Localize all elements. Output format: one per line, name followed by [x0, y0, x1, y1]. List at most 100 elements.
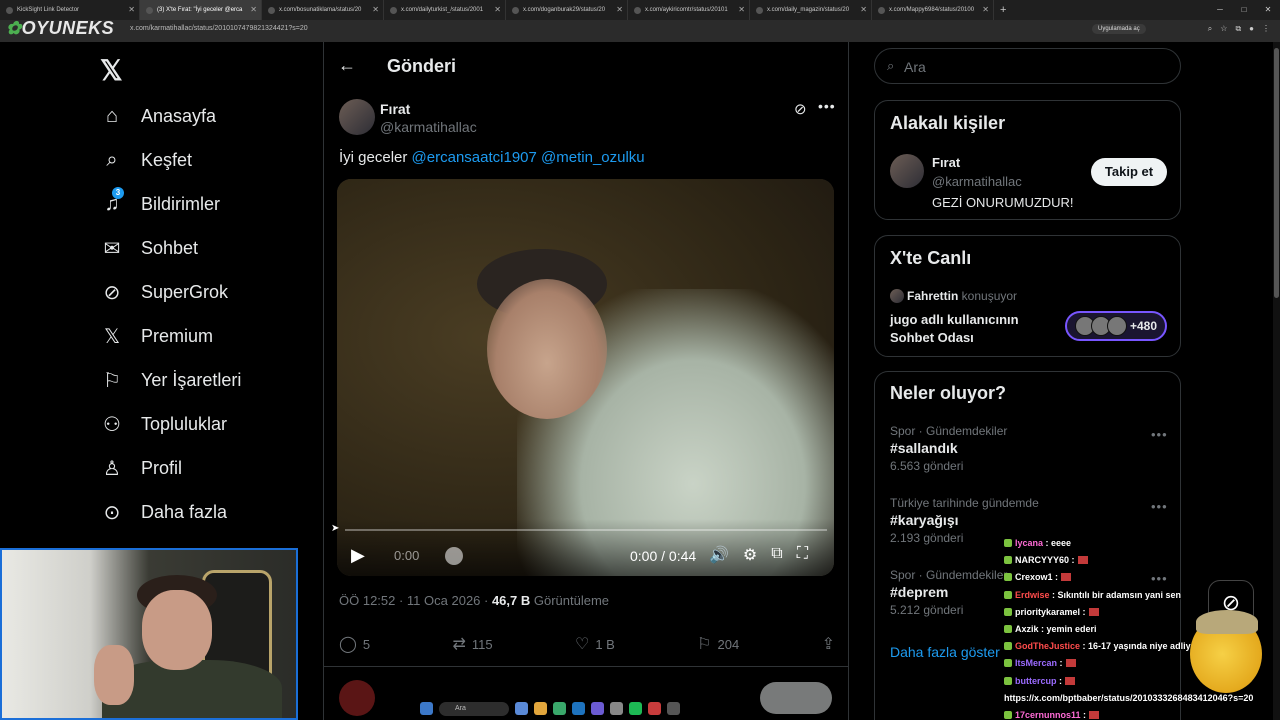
chat-emote-icon: [1061, 573, 1072, 582]
video-player[interactable]: ▶ 0:00 0:00 / 0:44 🔊 ⚙ ⧉ ⛶: [337, 179, 834, 576]
browser-tab[interactable]: x.com/dailyturkist_/status/2001 ✕: [384, 0, 506, 20]
zoom-icon[interactable]: ⌕: [1208, 24, 1212, 34]
nav-item-bookmarks[interactable]: ⚐ Yer İşaretleri: [100, 365, 241, 395]
browser-tab[interactable]: x.com/doganburak29/status/20 ✕: [506, 0, 628, 20]
nav-item-explore[interactable]: ⌕ Keşfet: [100, 145, 192, 175]
url-field[interactable]: x.com/karmatihallac/status/2010107479821…: [130, 25, 308, 32]
nav-item-chat[interactable]: ✉ Sohbet: [100, 233, 198, 263]
related-name[interactable]: Fırat: [932, 155, 960, 170]
grok-icon[interactable]: ⊘: [794, 100, 807, 118]
chat-username[interactable]: NARCYYY60: [1015, 555, 1069, 565]
author-avatar[interactable]: [339, 99, 375, 135]
chrome-icon[interactable]: [553, 702, 566, 715]
play-icon[interactable]: ▶: [351, 545, 365, 566]
browser-tab[interactable]: x.com/aykiricomtr/status/20101 ✕: [628, 0, 750, 20]
nav-item-premium[interactable]: 𝕏 Premium: [100, 321, 213, 351]
settings-icon[interactable]: ⚙: [743, 545, 757, 565]
trend-item[interactable]: Spor · Gündemdekiler #sallandık 6.563 gö…: [890, 424, 1007, 473]
nav-item-supergrok[interactable]: ⊘ SuperGrok: [100, 277, 228, 307]
close-icon[interactable]: ✕: [738, 5, 745, 14]
like-button[interactable]: ♡ 1 B: [575, 634, 615, 654]
reply-button[interactable]: ◯ 5: [339, 634, 370, 654]
open-in-app-button[interactable]: Uygulamada aç: [1092, 24, 1146, 34]
more-options-icon[interactable]: •••: [818, 98, 836, 114]
listeners-pill[interactable]: +480: [1065, 311, 1167, 341]
minimize-icon[interactable]: ─: [1208, 0, 1232, 20]
maximize-icon[interactable]: □: [1232, 0, 1256, 20]
close-window-icon[interactable]: ✕: [1256, 0, 1280, 20]
trend-more-icon[interactable]: •••: [1151, 427, 1168, 442]
related-avatar[interactable]: [890, 154, 924, 188]
browser-tab[interactable]: KickSight Link Detector ✕: [0, 0, 140, 20]
video-progress-bar[interactable]: [345, 529, 827, 531]
app-icon[interactable]: [515, 702, 528, 715]
video-scrubber[interactable]: [445, 547, 463, 565]
nav-item-communities[interactable]: ⚇ Topluluklar: [100, 409, 227, 439]
video-timeline: 0:00 / 0:44: [630, 548, 697, 564]
trend-count: 5.212 gönderi: [890, 603, 964, 617]
author-name[interactable]: Fırat: [380, 101, 410, 117]
browser-tab[interactable]: x.com/daily_magazin/status/20 ✕: [750, 0, 872, 20]
pip-icon[interactable]: ⧉: [771, 545, 782, 565]
browser-tab[interactable]: x.com/Mappy6984/status/20100 ✕: [872, 0, 994, 20]
search-box[interactable]: ⌕ Ara: [874, 48, 1181, 84]
app-icon[interactable]: [648, 702, 661, 715]
spotify-icon[interactable]: [629, 702, 642, 715]
chat-username[interactable]: 17cernunnos11: [1015, 710, 1081, 720]
chat-username[interactable]: ItsMercan: [1015, 658, 1057, 668]
close-icon[interactable]: ✕: [372, 5, 379, 14]
fullscreen-icon[interactable]: ⛶: [797, 545, 808, 565]
chat-username[interactable]: lycana: [1015, 538, 1043, 548]
bookmark-button[interactable]: ⚐ 204: [697, 634, 739, 654]
related-handle[interactable]: @karmatihallac: [932, 174, 1022, 189]
close-icon[interactable]: ✕: [494, 5, 501, 14]
scrollbar-thumb[interactable]: [1274, 48, 1279, 298]
follow-button[interactable]: Takip et: [1091, 158, 1167, 186]
extensions-icon[interactable]: ⧉: [1235, 24, 1241, 34]
app-icon[interactable]: [572, 702, 585, 715]
mention-link[interactable]: @metin_ozulku: [541, 149, 645, 166]
trend-item[interactable]: Spor · Gündemdekiler #deprem 5.212 gönde…: [890, 568, 1007, 617]
taskbar-search[interactable]: Ara: [439, 701, 509, 716]
live-room-title[interactable]: jugo adlı kullanıcının Sohbet Odası: [890, 311, 1050, 347]
x-logo-icon[interactable]: 𝕏: [100, 54, 123, 87]
close-icon[interactable]: ✕: [128, 5, 135, 14]
chat-username[interactable]: Erdwise: [1015, 590, 1050, 600]
post-timestamp[interactable]: ÖÖ 12:52 · 11 Oca 2026 ·: [339, 593, 492, 608]
folder-icon[interactable]: [534, 702, 547, 715]
share-button[interactable]: ⇪: [822, 634, 835, 654]
profile-icon[interactable]: ●: [1249, 24, 1254, 34]
browser-tab[interactable]: x.com/bosunatiklama/status/20 ✕: [262, 0, 384, 20]
back-arrow-icon[interactable]: ←: [338, 55, 356, 76]
app-icon[interactable]: [667, 702, 680, 715]
trend-more-icon[interactable]: •••: [1151, 499, 1168, 514]
close-icon[interactable]: ✕: [616, 5, 623, 14]
new-tab-button[interactable]: +: [994, 0, 1018, 20]
nav-item-home[interactable]: ⌂ Anasayfa: [100, 101, 216, 131]
mention-link[interactable]: @ercansaatci1907: [412, 149, 537, 166]
windows-start-icon[interactable]: [420, 702, 433, 715]
close-icon[interactable]: ✕: [250, 5, 257, 14]
chat-username[interactable]: Crexow1: [1015, 572, 1053, 582]
close-icon[interactable]: ✕: [860, 5, 867, 14]
menu-icon[interactable]: ⋮: [1262, 24, 1270, 34]
show-more-link[interactable]: Daha fazla göster: [890, 644, 1000, 660]
volume-icon[interactable]: 🔊: [709, 545, 729, 565]
search-input[interactable]: Ara: [904, 59, 926, 75]
star-icon[interactable]: ☆: [1220, 24, 1227, 34]
repost-button[interactable]: ⇄ 115: [452, 634, 492, 654]
nav-item-profile[interactable]: ♙ Profil: [100, 453, 182, 483]
chat-username[interactable]: buttercup: [1015, 676, 1057, 686]
author-handle[interactable]: @karmatihallac: [380, 119, 477, 135]
chat-username[interactable]: GodTheJustice: [1015, 641, 1080, 651]
discord-icon[interactable]: [591, 702, 604, 715]
chat-text: : yemin ederi: [1038, 624, 1097, 635]
close-icon[interactable]: ✕: [982, 5, 989, 14]
browser-tab-active[interactable]: (3) X'te Fırat: "İyi geceler @erca ✕: [140, 0, 262, 20]
chat-username[interactable]: prioritykaramel: [1015, 607, 1080, 617]
app-icon[interactable]: [610, 702, 623, 715]
nav-item-more[interactable]: ⊙ Daha fazla: [100, 497, 227, 527]
nav-item-notifications[interactable]: ♫ 3 Bildirimler: [100, 186, 220, 219]
tab-label: x.com/dailyturkist_/status/2001: [401, 7, 484, 13]
chat-username[interactable]: Axzik: [1015, 624, 1039, 634]
